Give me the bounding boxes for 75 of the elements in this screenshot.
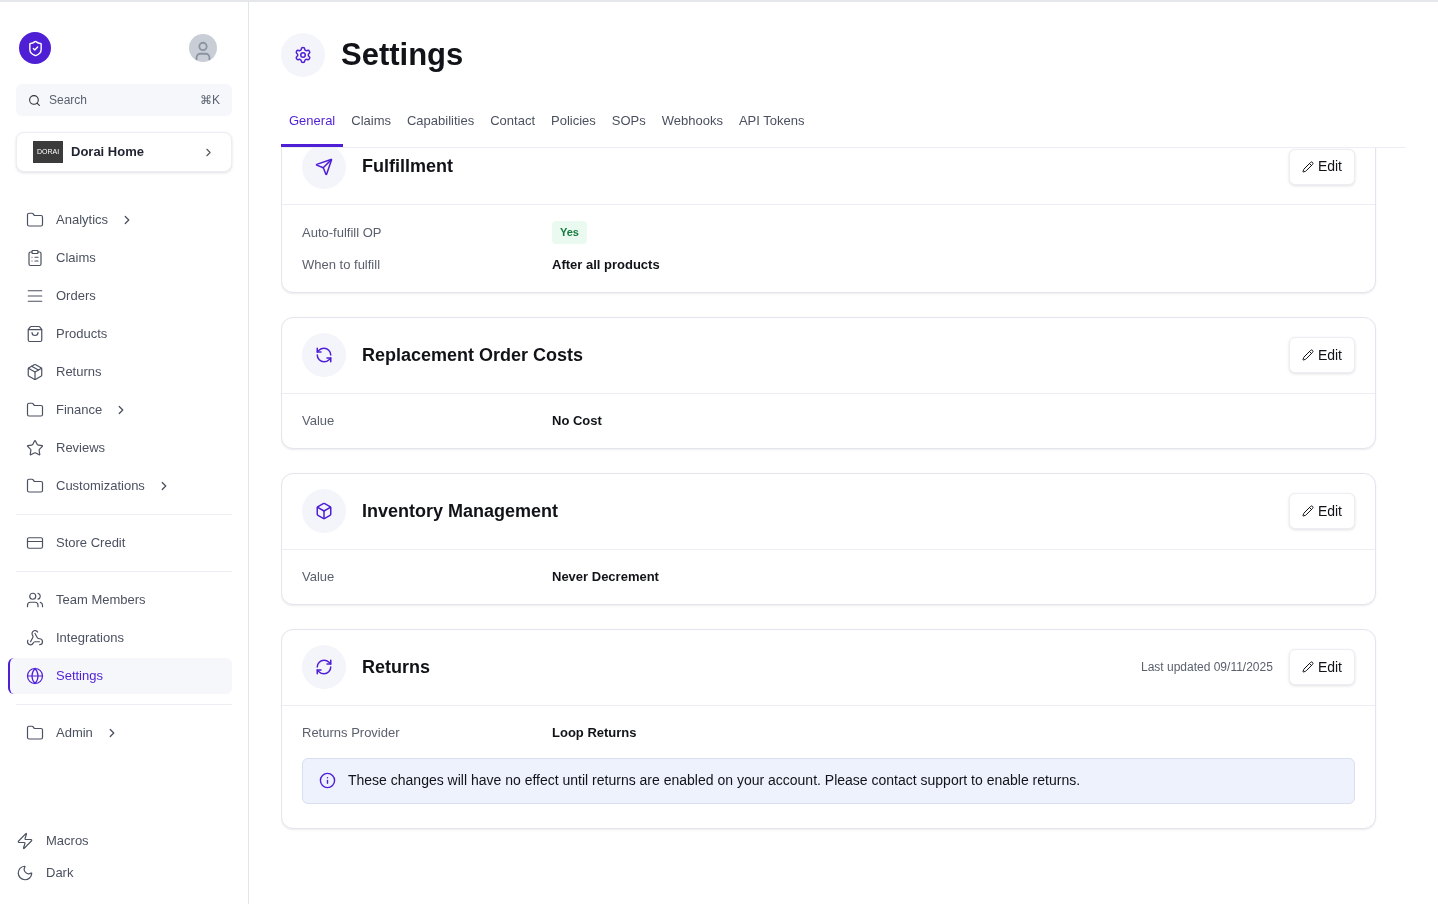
- field-label: When to fulfill: [302, 255, 382, 274]
- card-title: Inventory Management: [362, 499, 559, 523]
- sidebar-item[interactable]: Analytics: [8, 202, 232, 238]
- star-icon: [26, 439, 44, 457]
- pencil-icon: [1301, 505, 1314, 517]
- tab[interactable]: Webhooks: [653, 110, 731, 147]
- tab[interactable]: Policies: [543, 110, 604, 147]
- card-title: Returns: [362, 655, 430, 679]
- sidebar-item[interactable]: Orders: [8, 278, 232, 314]
- sidebar-item[interactable]: Store Credit: [8, 525, 232, 561]
- card-icon: [26, 534, 44, 552]
- refresh-icon: [315, 346, 333, 364]
- field-label: Auto-fulfill OP: [302, 223, 383, 242]
- edit-button[interactable]: Edit: [1288, 337, 1355, 373]
- search-placeholder: Search: [49, 92, 89, 109]
- folder-icon: [26, 401, 44, 419]
- lightning-icon: [16, 832, 34, 850]
- search-field[interactable]: Search ⌘K: [16, 84, 232, 116]
- field-value: After all products: [552, 255, 660, 274]
- globe-icon: [26, 667, 44, 685]
- pencil-icon: [1301, 160, 1314, 173]
- sidebar-item[interactable]: Team Members: [8, 582, 232, 618]
- folder-icon: [26, 211, 44, 229]
- card-title: Fulfillment: [362, 155, 453, 178]
- refresh-icon: [315, 658, 333, 676]
- tab[interactable]: Capabilities: [399, 110, 483, 147]
- send-icon: [315, 157, 333, 176]
- store-name: Dorai Home: [71, 143, 145, 162]
- shortcut-hint: ⌘K: [200, 92, 220, 109]
- users-icon: [26, 591, 44, 609]
- tab[interactable]: Claims: [343, 110, 399, 147]
- sidebar-item[interactable]: Products: [8, 316, 232, 352]
- sidebar-item[interactable]: Returns: [8, 354, 232, 390]
- field-label: Value: [302, 411, 336, 430]
- tab[interactable]: Contact: [482, 110, 543, 147]
- shield-icon: [26, 39, 44, 57]
- edit-button[interactable]: Edit: [1288, 493, 1355, 529]
- clipboard-icon: [26, 249, 44, 267]
- field-label: Returns Provider: [302, 723, 401, 742]
- sidebar-item[interactable]: Reviews: [8, 430, 232, 466]
- info-icon: [319, 772, 336, 789]
- notice-text: These changes will have no effect until returns are enabled on your account. Please contact support to enable returns.: [348, 771, 1081, 790]
- sidebar-item[interactable]: Integrations: [8, 620, 232, 656]
- edit-button[interactable]: Edit: [1288, 148, 1355, 185]
- search-icon: [28, 93, 41, 107]
- footer-item[interactable]: Dark: [16, 862, 232, 884]
- webhook-icon: [26, 629, 44, 647]
- sidebar-item[interactable]: Settings: [8, 658, 232, 694]
- tab[interactable]: SOPs: [603, 110, 654, 147]
- tab[interactable]: API Tokens: [730, 110, 813, 147]
- sidebar-item[interactable]: Customizations: [8, 468, 232, 504]
- field-value: Never Decrement: [552, 567, 659, 586]
- avatar[interactable]: [189, 34, 217, 62]
- pencil-icon: [1301, 349, 1314, 361]
- edit-button[interactable]: Edit: [1288, 649, 1355, 685]
- sidebar-item[interactable]: Finance: [8, 392, 232, 428]
- card-title: Replacement Order Costs: [362, 343, 584, 367]
- cube-icon: [315, 502, 333, 520]
- field-value: Loop Returns: [552, 723, 637, 742]
- status-badge: Yes: [552, 221, 587, 244]
- sidebar-item[interactable]: Claims: [8, 240, 232, 276]
- field-value: No Cost: [552, 411, 602, 430]
- page-title: Settings: [341, 36, 464, 74]
- settings-icon: [294, 46, 312, 65]
- list-icon: [26, 287, 44, 305]
- footer-item[interactable]: Macros: [16, 830, 232, 852]
- last-updated-text: Last updated 09/11/2025: [1140, 659, 1273, 676]
- sidebar-item[interactable]: Admin: [8, 715, 232, 751]
- moon-icon: [16, 864, 34, 882]
- field-label: Value: [302, 567, 336, 586]
- folder-icon: [26, 724, 44, 742]
- folder-icon: [26, 477, 44, 495]
- pencil-icon: [1301, 661, 1314, 673]
- package-icon: [26, 363, 44, 381]
- shopping-bag-icon: [26, 325, 44, 343]
